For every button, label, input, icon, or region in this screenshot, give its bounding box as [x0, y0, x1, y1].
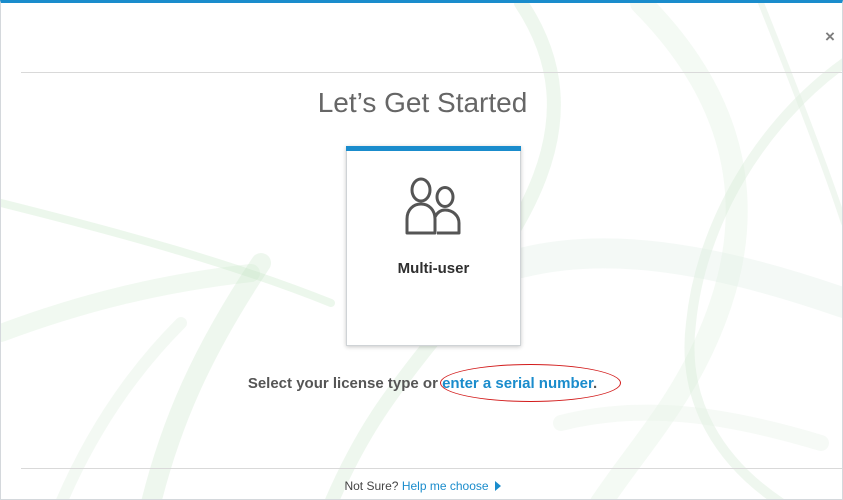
license-card-multi-user[interactable]: Multi-user [346, 146, 521, 346]
instruction-suffix: . [592, 375, 598, 392]
header-divider [21, 72, 842, 73]
enter-serial-number-link[interactable]: enter a serial number [442, 375, 593, 392]
page-title: Let’s Get Started [317, 87, 528, 118]
help-link-label: Help me choose [401, 479, 489, 493]
multi-user-icon [405, 177, 461, 235]
footer: Not Sure? Help me choose [1, 479, 842, 493]
instruction-text: Select your license type or enter a seri… [1, 375, 842, 392]
instruction-prefix: Select your license type or [247, 375, 443, 392]
help-me-choose-link[interactable]: Help me choose [402, 479, 501, 493]
license-dialog: × Let’s Get Started Multi-user Select yo… [0, 0, 843, 500]
card-accent-bar [346, 146, 521, 151]
card-label: Multi-user [397, 260, 470, 277]
close-button[interactable]: × [822, 28, 838, 45]
footer-prefix: Not Sure? [344, 479, 402, 493]
play-icon [494, 481, 501, 491]
footer-divider [21, 468, 842, 469]
